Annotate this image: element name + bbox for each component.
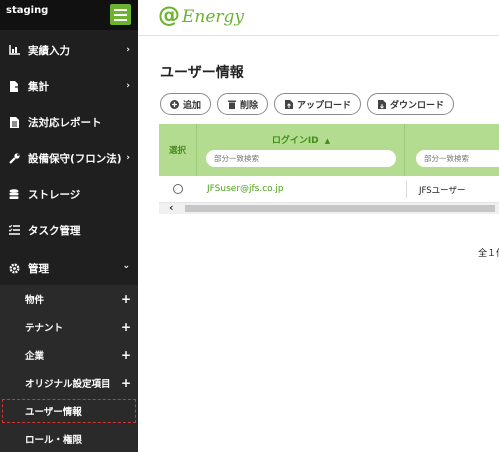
login-id-header-label: ログインID (271, 136, 319, 146)
main-content: ユーザー情報 追加 削除 アップロード ダウンロード 選択 ログインID ▲ 部… (138, 36, 499, 452)
paging-info: 全１件 (478, 249, 499, 259)
chevron-right-icon: › (126, 81, 130, 91)
sub-item-custom-fields[interactable]: オリジナル設定項目 + (0, 369, 138, 397)
scroll-left-icon[interactable]: ‹ (169, 201, 174, 214)
nav-item-label: タスク管理 (28, 224, 81, 237)
table-header: 選択 ログインID ▲ (159, 124, 499, 176)
chevron-right-icon: › (126, 153, 130, 163)
page-title: ユーザー情報 (160, 65, 244, 81)
row-select-radio[interactable] (173, 184, 183, 194)
nav-item-results-input[interactable]: 実績入力 › (0, 32, 138, 68)
table-row: JFSuser@jfs.co.jp JFSユーザー (159, 176, 499, 203)
sub-item-label: ロール・権限 (25, 435, 83, 446)
upload-button-label: アップロード (297, 99, 352, 110)
toolbar: 追加 削除 アップロード ダウンロード (160, 93, 455, 115)
file-upload-icon (284, 99, 293, 109)
nav-item-task-management[interactable]: タスク管理 (0, 212, 138, 248)
upload-button[interactable]: アップロード (274, 93, 362, 115)
nav-item-label: 設備保守(フロン法) (28, 152, 122, 165)
nav-item-label: 集計 (28, 80, 49, 93)
sidebar: staging 実績入力 › 集計 › 法対応レポート 設備保守(フロン法) ›… (0, 0, 138, 452)
user-table: 選択 ログインID ▲ JFSuser@jfs.co.jp JFSユーザー ‹ (159, 124, 499, 214)
delete-button[interactable]: 削除 (217, 93, 269, 115)
environment-label: staging (6, 5, 49, 16)
plus-icon: + (120, 292, 131, 306)
file-download-icon (377, 99, 386, 109)
nav-item-label: ストレージ (28, 188, 81, 201)
column-header-login-id: ログインID ▲ (197, 124, 405, 176)
sub-item-company[interactable]: 企業 + (0, 341, 138, 369)
sub-item-tenant[interactable]: テナント + (0, 313, 138, 341)
sub-item-label: テナント (25, 323, 64, 334)
column-header-select: 選択 (159, 124, 197, 176)
nav-item-aggregation[interactable]: 集計 › (0, 68, 138, 104)
nav-item-label: 実績入力 (28, 44, 70, 57)
bar-chart-icon (8, 45, 20, 55)
sub-item-label: ユーザー情報 (25, 407, 82, 418)
logo-at-symbol: @ (158, 3, 180, 28)
sidebar-header: staging (0, 0, 138, 30)
column-header-name (406, 124, 499, 176)
user-name-cell: JFSユーザー (419, 186, 466, 196)
top-header: @ Energy (138, 0, 499, 36)
sub-item-user-info[interactable]: ユーザー情報 (0, 397, 138, 425)
plus-icon: + (120, 376, 131, 390)
chevron-down-icon: ⌄ (122, 260, 130, 271)
plus-icon: + (120, 348, 131, 362)
trash-icon (227, 100, 236, 109)
logo-wordmark: Energy (182, 7, 245, 27)
column-divider (406, 181, 407, 198)
sub-item-property[interactable]: 物件 + (0, 285, 138, 313)
plus-icon: + (120, 320, 131, 334)
hamburger-menu-icon[interactable] (110, 4, 131, 25)
nav-item-admin[interactable]: 管理 ⌄ (0, 250, 138, 286)
plus-circle-icon (170, 99, 179, 109)
nav-item-legal-report[interactable]: 法対応レポート (0, 104, 138, 140)
wrench-icon (8, 152, 20, 164)
app-logo[interactable]: @ Energy (158, 3, 244, 28)
task-list-icon (8, 225, 20, 235)
sub-item-roles-permissions[interactable]: ロール・権限 (0, 425, 138, 452)
horizontal-scrollbar[interactable]: ‹ (159, 201, 499, 214)
login-id-header[interactable]: ログインID ▲ (197, 133, 405, 146)
gear-icon (8, 263, 20, 274)
database-icon (8, 188, 20, 200)
sub-item-label: 物件 (25, 295, 45, 306)
name-filter-input[interactable] (416, 150, 499, 167)
delete-button-label: 削除 (240, 99, 259, 110)
login-id-link[interactable]: JFSuser@jfs.co.jp (207, 184, 284, 194)
file-export-icon (8, 80, 20, 92)
download-button[interactable]: ダウンロード (367, 93, 455, 115)
nav-item-label: 管理 (28, 262, 49, 275)
scrollbar-thumb[interactable] (185, 205, 495, 212)
nav-item-storage[interactable]: ストレージ (0, 176, 138, 212)
download-button-label: ダウンロード (390, 99, 445, 110)
sub-item-label: 企業 (25, 351, 45, 362)
nav-item-label: 法対応レポート (28, 116, 102, 129)
nav-item-equipment-maintenance[interactable]: 設備保守(フロン法) › (0, 140, 138, 176)
add-button-label: 追加 (183, 99, 202, 110)
login-id-filter-input[interactable] (206, 150, 396, 167)
add-button[interactable]: 追加 (160, 93, 212, 115)
document-icon (8, 116, 20, 128)
sub-item-label: オリジナル設定項目 (25, 379, 111, 390)
sort-asc-icon: ▲ (324, 137, 331, 145)
chevron-right-icon: › (126, 45, 130, 55)
